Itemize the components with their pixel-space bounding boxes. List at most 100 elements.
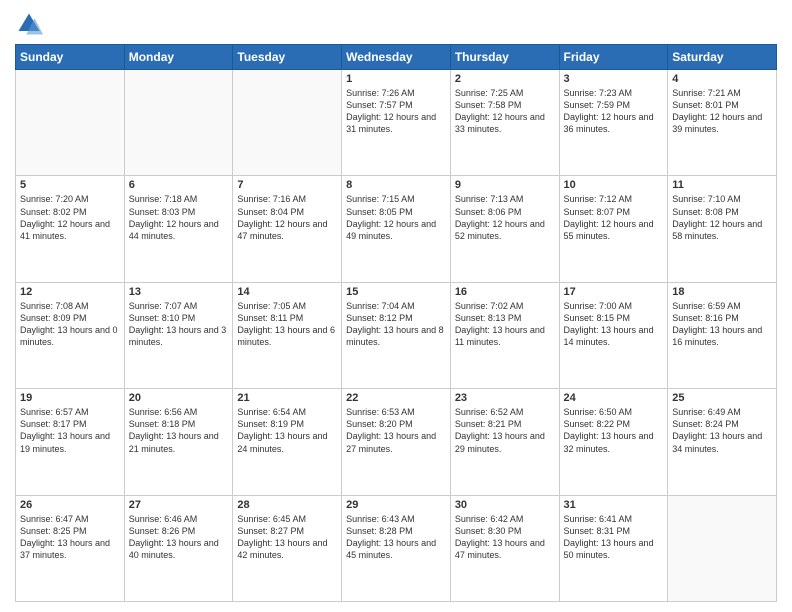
day-number: 10 (564, 179, 664, 191)
day-info: Sunrise: 6:41 AM Sunset: 8:31 PM Dayligh… (564, 513, 664, 562)
day-number: 5 (20, 179, 120, 191)
logo-icon (15, 10, 43, 38)
day-info: Sunrise: 7:07 AM Sunset: 8:10 PM Dayligh… (129, 300, 229, 349)
day-number: 20 (129, 392, 229, 404)
day-info: Sunrise: 7:05 AM Sunset: 8:11 PM Dayligh… (237, 300, 337, 349)
day-number: 19 (20, 392, 120, 404)
week-row-0: 1Sunrise: 7:26 AM Sunset: 7:57 PM Daylig… (16, 70, 777, 176)
day-number: 13 (129, 286, 229, 298)
day-number: 9 (455, 179, 555, 191)
day-number: 7 (237, 179, 337, 191)
day-info: Sunrise: 6:53 AM Sunset: 8:20 PM Dayligh… (346, 406, 446, 455)
day-cell: 21Sunrise: 6:54 AM Sunset: 8:19 PM Dayli… (233, 389, 342, 495)
day-info: Sunrise: 6:42 AM Sunset: 8:30 PM Dayligh… (455, 513, 555, 562)
day-cell: 22 Sunrise: 6:53 AM Sunset: 8:20 PM Dayli… (342, 389, 451, 495)
day-cell (124, 70, 233, 176)
day-info: Sunrise: 7:23 AM Sunset: 7:59 PM Dayligh… (564, 87, 664, 136)
day-info: Sunrise: 6:56 AM Sunset: 8:18 PM Dayligh… (129, 406, 229, 455)
day-cell: 30 Sunrise: 6:42 AM Sunset: 8:30 PM Dayli… (450, 495, 559, 601)
day-info: Sunrise: 7:02 AM Sunset: 8:13 PM Dayligh… (455, 300, 555, 349)
day-info: Sunrise: 7:15 AM Sunset: 8:05 PM Dayligh… (346, 193, 446, 242)
day-info: Sunrise: 7:00 AM Sunset: 8:15 PM Dayligh… (564, 300, 664, 349)
day-cell: 19Sunrise: 6:57 AM Sunset: 8:17 PM Dayli… (16, 389, 125, 495)
day-number: 21 (237, 392, 337, 404)
day-info: Sunrise: 7:08 AM Sunset: 8:09 PM Dayligh… (20, 300, 120, 349)
day-info: Sunrise: 6:50 AM Sunset: 8:22 PM Dayligh… (564, 406, 664, 455)
day-cell: 23Sunrise: 6:52 AM Sunset: 8:21 PM Dayli… (450, 389, 559, 495)
day-cell: 7 Sunrise: 7:16 AM Sunset: 8:04 PM Daylig… (233, 176, 342, 282)
day-cell: 26 Sunrise: 6:47 AM Sunset: 8:25 PM Dayli… (16, 495, 125, 601)
day-number: 2 (455, 73, 555, 85)
day-cell: 25 Sunrise: 6:49 AM Sunset: 8:24 PM Dayli… (668, 389, 777, 495)
day-cell: 31 Sunrise: 6:41 AM Sunset: 8:31 PM Dayli… (559, 495, 668, 601)
day-info: Sunrise: 7:16 AM Sunset: 8:04 PM Dayligh… (237, 193, 337, 242)
day-cell: 11 Sunrise: 7:10 AM Sunset: 8:08 PM Dayli… (668, 176, 777, 282)
day-header-tuesday: Tuesday (233, 45, 342, 70)
day-cell: 8 Sunrise: 7:15 AM Sunset: 8:05 PM Daylig… (342, 176, 451, 282)
day-cell (233, 70, 342, 176)
day-cell: 15 Sunrise: 7:04 AM Sunset: 8:12 PM Dayli… (342, 282, 451, 388)
week-row-2: 12 Sunrise: 7:08 AM Sunset: 8:09 PM Dayli… (16, 282, 777, 388)
day-number: 8 (346, 179, 446, 191)
day-number: 17 (564, 286, 664, 298)
day-number: 26 (20, 499, 120, 511)
day-number: 12 (20, 286, 120, 298)
day-cell: 14 Sunrise: 7:05 AM Sunset: 8:11 PM Dayli… (233, 282, 342, 388)
day-cell: 12 Sunrise: 7:08 AM Sunset: 8:09 PM Dayli… (16, 282, 125, 388)
day-cell (668, 495, 777, 601)
day-info: Sunrise: 7:13 AM Sunset: 8:06 PM Dayligh… (455, 193, 555, 242)
day-cell: 18 Sunrise: 6:59 AM Sunset: 8:16 PM Dayli… (668, 282, 777, 388)
day-cell: 9 Sunrise: 7:13 AM Sunset: 8:06 PM Daylig… (450, 176, 559, 282)
day-number: 15 (346, 286, 446, 298)
day-cell (16, 70, 125, 176)
day-number: 18 (672, 286, 772, 298)
day-info: Sunrise: 6:45 AM Sunset: 8:27 PM Dayligh… (237, 513, 337, 562)
day-info: Sunrise: 7:21 AM Sunset: 8:01 PM Dayligh… (672, 87, 772, 136)
day-info: Sunrise: 7:04 AM Sunset: 8:12 PM Dayligh… (346, 300, 446, 349)
day-number: 1 (346, 73, 446, 85)
day-cell: 17 Sunrise: 7:00 AM Sunset: 8:15 PM Dayli… (559, 282, 668, 388)
day-cell: 1Sunrise: 7:26 AM Sunset: 7:57 PM Daylig… (342, 70, 451, 176)
day-header-monday: Monday (124, 45, 233, 70)
calendar-header: SundayMondayTuesdayWednesdayThursdayFrid… (16, 45, 777, 70)
day-number: 27 (129, 499, 229, 511)
day-number: 6 (129, 179, 229, 191)
day-cell: 5Sunrise: 7:20 AM Sunset: 8:02 PM Daylig… (16, 176, 125, 282)
day-cell: 13 Sunrise: 7:07 AM Sunset: 8:10 PM Dayli… (124, 282, 233, 388)
day-number: 29 (346, 499, 446, 511)
day-number: 14 (237, 286, 337, 298)
day-number: 24 (564, 392, 664, 404)
day-info: Sunrise: 6:59 AM Sunset: 8:16 PM Dayligh… (672, 300, 772, 349)
week-row-4: 26 Sunrise: 6:47 AM Sunset: 8:25 PM Dayli… (16, 495, 777, 601)
days-row: SundayMondayTuesdayWednesdayThursdayFrid… (16, 45, 777, 70)
day-number: 31 (564, 499, 664, 511)
day-header-sunday: Sunday (16, 45, 125, 70)
calendar-body: 1Sunrise: 7:26 AM Sunset: 7:57 PM Daylig… (16, 70, 777, 602)
day-info: Sunrise: 6:47 AM Sunset: 8:25 PM Dayligh… (20, 513, 120, 562)
logo (15, 10, 47, 38)
day-number: 23 (455, 392, 555, 404)
week-row-1: 5Sunrise: 7:20 AM Sunset: 8:02 PM Daylig… (16, 176, 777, 282)
day-number: 11 (672, 179, 772, 191)
day-cell: 4 Sunrise: 7:21 AM Sunset: 8:01 PM Daylig… (668, 70, 777, 176)
day-cell: 24 Sunrise: 6:50 AM Sunset: 8:22 PM Dayli… (559, 389, 668, 495)
day-cell: 29 Sunrise: 6:43 AM Sunset: 8:28 PM Dayli… (342, 495, 451, 601)
day-info: Sunrise: 7:10 AM Sunset: 8:08 PM Dayligh… (672, 193, 772, 242)
week-row-3: 19Sunrise: 6:57 AM Sunset: 8:17 PM Dayli… (16, 389, 777, 495)
day-header-saturday: Saturday (668, 45, 777, 70)
calendar-table: SundayMondayTuesdayWednesdayThursdayFrid… (15, 44, 777, 602)
day-number: 25 (672, 392, 772, 404)
day-info: Sunrise: 6:43 AM Sunset: 8:28 PM Dayligh… (346, 513, 446, 562)
day-number: 22 (346, 392, 446, 404)
day-cell: 16Sunrise: 7:02 AM Sunset: 8:13 PM Dayli… (450, 282, 559, 388)
header (15, 10, 777, 38)
day-header-wednesday: Wednesday (342, 45, 451, 70)
day-cell: 2Sunrise: 7:25 AM Sunset: 7:58 PM Daylig… (450, 70, 559, 176)
day-cell: 20 Sunrise: 6:56 AM Sunset: 8:18 PM Dayli… (124, 389, 233, 495)
day-cell: 3Sunrise: 7:23 AM Sunset: 7:59 PM Daylig… (559, 70, 668, 176)
day-cell: 28Sunrise: 6:45 AM Sunset: 8:27 PM Dayli… (233, 495, 342, 601)
day-info: Sunrise: 6:49 AM Sunset: 8:24 PM Dayligh… (672, 406, 772, 455)
day-info: Sunrise: 7:12 AM Sunset: 8:07 PM Dayligh… (564, 193, 664, 242)
day-number: 4 (672, 73, 772, 85)
day-number: 30 (455, 499, 555, 511)
